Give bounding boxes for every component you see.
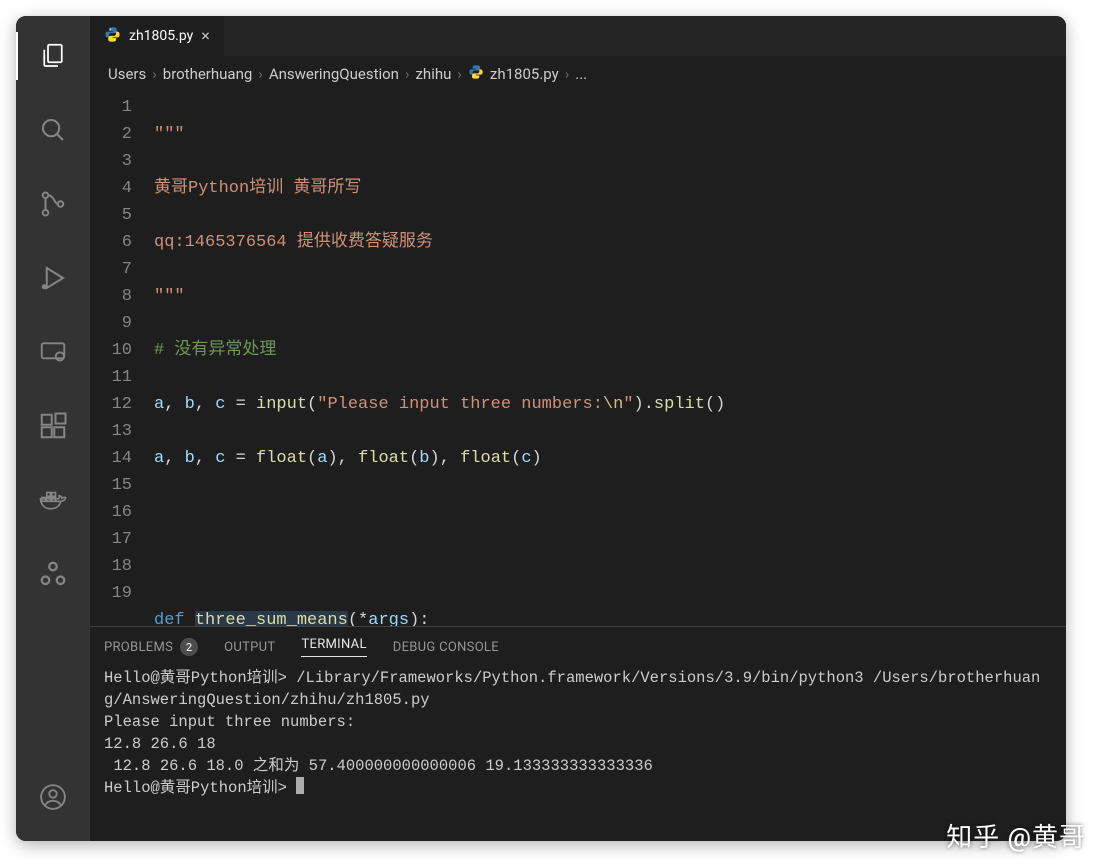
activity-bar xyxy=(16,16,90,841)
editor-tabs: zh1805.py × xyxy=(90,16,1066,56)
line-number-gutter: 12345678910111213141516171819 xyxy=(90,94,154,626)
extensions-icon[interactable] xyxy=(29,402,77,450)
docker-icon[interactable] xyxy=(29,476,77,524)
terminal-output[interactable]: Hello@黄哥Python培训> /Library/Frameworks/Py… xyxy=(90,665,1066,841)
breadcrumb-item[interactable]: brotherhuang xyxy=(163,65,253,83)
code-editor[interactable]: 12345678910111213141516171819 """ 黄哥Pyth… xyxy=(90,94,1066,626)
terminal-line: Hello@黄哥Python培训> /Library/Frameworks/Py… xyxy=(104,669,1040,709)
terminal-cursor xyxy=(296,777,304,794)
source-control-icon[interactable] xyxy=(29,180,77,228)
watermark: 知乎 @黄哥 xyxy=(946,817,1086,854)
tab-terminal[interactable]: TERMINAL xyxy=(301,637,366,657)
breadcrumb-item[interactable]: Users xyxy=(108,65,146,83)
search-icon[interactable] xyxy=(29,106,77,154)
close-icon[interactable]: × xyxy=(201,28,210,44)
tab-output[interactable]: OUTPUT xyxy=(224,637,275,657)
panel-tabs: PROBLEMS 2 OUTPUT TERMINAL DEBUG CONSOLE xyxy=(90,627,1066,665)
terminal-line: 12.8 26.6 18.0 之和为 57.400000000000006 19… xyxy=(104,757,653,775)
accounts-icon[interactable] xyxy=(29,773,77,821)
problems-count-badge: 2 xyxy=(180,638,198,656)
remote-explorer-icon[interactable] xyxy=(29,328,77,376)
breadcrumb-item[interactable]: zh1805.py xyxy=(490,65,559,83)
run-debug-icon[interactable] xyxy=(29,254,77,302)
vscode-window: zh1805.py × Users › brotherhuang › Answeri… xyxy=(16,16,1066,841)
chevron-right-icon: › xyxy=(152,65,157,83)
breadcrumb-item[interactable]: ... xyxy=(575,65,587,83)
breadcrumb-item[interactable]: AnsweringQuestion xyxy=(269,65,399,83)
terminal-line: Please input three numbers: xyxy=(104,713,355,731)
tab-problems[interactable]: PROBLEMS 2 xyxy=(104,637,198,657)
bottom-panel: PROBLEMS 2 OUTPUT TERMINAL DEBUG CONSOLE… xyxy=(90,626,1066,841)
chevron-right-icon: › xyxy=(405,65,410,83)
chevron-right-icon: › xyxy=(565,65,570,83)
code-content[interactable]: """ 黄哥Python培训 黄哥所写 qq:1465376564 提供收费答疑… xyxy=(154,94,1066,626)
breadcrumbs[interactable]: Users› brotherhuang› AnsweringQuestion› … xyxy=(90,56,1066,94)
clusters-icon[interactable] xyxy=(29,550,77,598)
chevron-right-icon: › xyxy=(457,65,462,83)
terminal-line: 12.8 26.6 18 xyxy=(104,735,216,753)
main-area: zh1805.py × Users › brotherhuang › Answeri… xyxy=(90,16,1066,841)
tab-zh1805[interactable]: zh1805.py × xyxy=(90,16,224,56)
breadcrumb-item[interactable]: zhihu xyxy=(415,65,451,83)
tab-debug-console[interactable]: DEBUG CONSOLE xyxy=(393,637,499,657)
chevron-right-icon: › xyxy=(258,65,263,83)
python-file-icon xyxy=(104,26,121,47)
terminal-line: Hello@黄哥Python培训> xyxy=(104,779,296,797)
python-file-icon xyxy=(468,64,484,84)
tab-filename: zh1805.py xyxy=(129,28,193,44)
explorer-icon[interactable] xyxy=(29,32,77,80)
